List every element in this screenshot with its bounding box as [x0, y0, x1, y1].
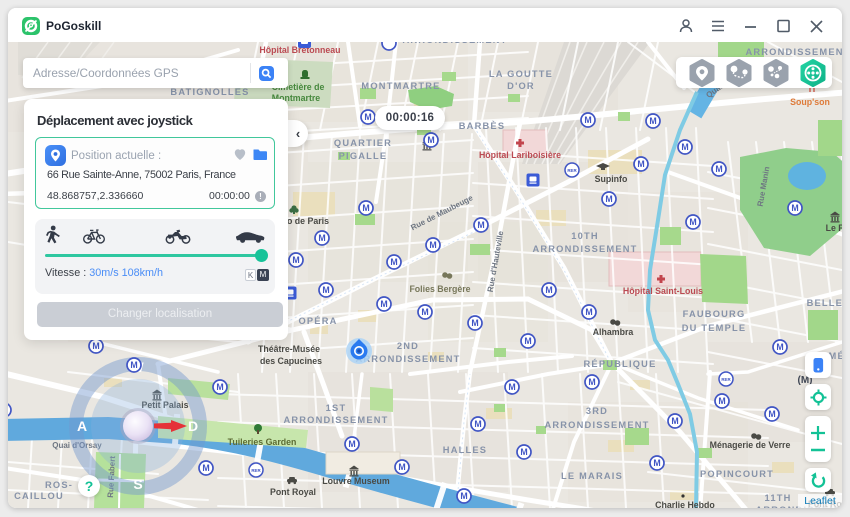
- svg-text:M: M: [202, 463, 209, 473]
- svg-text:des Capucines: des Capucines: [260, 356, 322, 366]
- svg-text:M: M: [689, 217, 696, 227]
- svg-text:M: M: [637, 159, 644, 169]
- svg-text:M: M: [362, 203, 369, 213]
- svg-text:11TH: 11TH: [764, 493, 791, 503]
- svg-text:M: M: [322, 285, 329, 295]
- svg-text:M: M: [520, 447, 527, 457]
- svg-text:DU TEMPLE: DU TEMPLE: [682, 323, 747, 333]
- svg-text:OPÉRA: OPÉRA: [298, 316, 337, 326]
- svg-text:BELLEVILLE: BELLEVILLE: [807, 298, 842, 308]
- svg-text:M: M: [398, 462, 405, 472]
- svg-text:M: M: [380, 299, 387, 309]
- svg-text:M: M: [92, 341, 99, 351]
- svg-text:RER: RER: [251, 468, 261, 473]
- svg-text:Tuileries Garden: Tuileries Garden: [228, 437, 297, 447]
- svg-text:LA GOUTTE: LA GOUTTE: [489, 69, 553, 79]
- svg-text:M: M: [421, 307, 428, 317]
- svg-text:M: M: [671, 416, 678, 426]
- svg-text:D'OR: D'OR: [507, 81, 535, 91]
- svg-text:M: M: [649, 116, 656, 126]
- svg-text:BARBÈS: BARBÈS: [459, 121, 505, 131]
- svg-text:ARRONDISSEMENT: ARRONDISSEMENT: [355, 354, 460, 364]
- svg-text:M: M: [130, 360, 137, 370]
- svg-text:M: M: [390, 257, 397, 267]
- svg-text:A: A: [77, 418, 87, 434]
- svg-text:M: M: [460, 491, 467, 501]
- svg-text:Alhambra: Alhambra: [593, 327, 634, 337]
- svg-text:1ST: 1ST: [326, 403, 347, 413]
- svg-text:M: M: [681, 142, 688, 152]
- svg-text:Le Plat: Le Plat: [826, 223, 842, 233]
- svg-text:M: M: [524, 336, 531, 346]
- svg-text:3RD: 3RD: [586, 406, 608, 416]
- svg-text:M: M: [768, 409, 775, 419]
- svg-text:Hôpital Lariboisière: Hôpital Lariboisière: [479, 150, 561, 160]
- svg-text:Théâtre-Musée: Théâtre-Musée: [258, 344, 320, 354]
- svg-text:M: M: [364, 112, 371, 122]
- svg-text:LE MARAIS: LE MARAIS: [561, 471, 623, 481]
- svg-text:M: M: [474, 419, 481, 429]
- svg-text:M: M: [605, 194, 612, 204]
- svg-text:M: M: [715, 164, 722, 174]
- svg-text:2ND: 2ND: [397, 341, 419, 351]
- svg-text:ARRONDISSEMENT: ARRONDISSEMENT: [402, 42, 507, 45]
- svg-text:FAUBOURG: FAUBOURG: [683, 309, 746, 319]
- svg-text:M: M: [653, 458, 660, 468]
- svg-text:PIGALLE: PIGALLE: [339, 151, 388, 161]
- svg-text:M: M: [216, 382, 223, 392]
- svg-text:ARRONDISSEMENT: ARRONDISSEMENT: [283, 415, 388, 425]
- svg-text:Ménagerie de Verre: Ménagerie de Verre: [710, 440, 791, 450]
- svg-text:ARRONDISSEMENT: ARRONDISSEMENT: [544, 420, 649, 430]
- svg-text:M: M: [292, 255, 299, 265]
- svg-text:M: M: [791, 203, 798, 213]
- svg-text:Soup'son: Soup'son: [790, 97, 830, 107]
- svg-text:M: M: [508, 382, 515, 392]
- svg-text:Supinfo: Supinfo: [595, 174, 628, 184]
- svg-text:D: D: [188, 418, 198, 434]
- svg-text:Louvre Museum: Louvre Museum: [322, 476, 390, 486]
- svg-text:ARRONDISSEMENT: ARRONDISSEMENT: [745, 47, 842, 57]
- svg-text:M: M: [477, 220, 484, 230]
- svg-text:10TH: 10TH: [571, 231, 599, 241]
- svg-text:CAILLOU: CAILLOU: [14, 491, 64, 501]
- svg-text:M: M: [318, 233, 325, 243]
- svg-text:POPINCOURT: POPINCOURT: [700, 469, 774, 479]
- svg-text:S: S: [133, 476, 142, 492]
- svg-text:M: M: [348, 439, 355, 449]
- svg-text:M: M: [588, 377, 595, 387]
- svg-text:BATIGNOLLES: BATIGNOLLES: [170, 87, 249, 97]
- svg-text:M: M: [471, 318, 478, 328]
- svg-text:ROS-: ROS-: [45, 480, 73, 490]
- svg-text:MONTMARTRE: MONTMARTRE: [361, 81, 440, 91]
- svg-text:RÉPUBLIQUE: RÉPUBLIQUE: [584, 359, 657, 369]
- svg-text:M: M: [429, 240, 436, 250]
- svg-text:M: M: [776, 342, 783, 352]
- svg-text:M: M: [718, 396, 725, 406]
- svg-text:M: M: [427, 135, 434, 145]
- svg-text:M: M: [545, 285, 552, 295]
- svg-text:RER: RER: [567, 168, 577, 173]
- svg-text:Charlie Hebdo: Charlie Hebdo: [655, 500, 715, 508]
- svg-text:Pont Royal: Pont Royal: [270, 487, 316, 497]
- svg-text:M: M: [584, 115, 591, 125]
- svg-text:Hôpital Saint-Louis: Hôpital Saint-Louis: [623, 286, 703, 296]
- svg-text:M: M: [585, 307, 592, 317]
- svg-text:ARRONDISSEMENT: ARRONDISSEMENT: [532, 244, 637, 254]
- svg-text:QUARTIER: QUARTIER: [334, 138, 392, 148]
- svg-text:HALLES: HALLES: [443, 445, 487, 455]
- svg-text:RER: RER: [721, 377, 731, 382]
- svg-text:Folies Bergère: Folies Bergère: [409, 284, 470, 294]
